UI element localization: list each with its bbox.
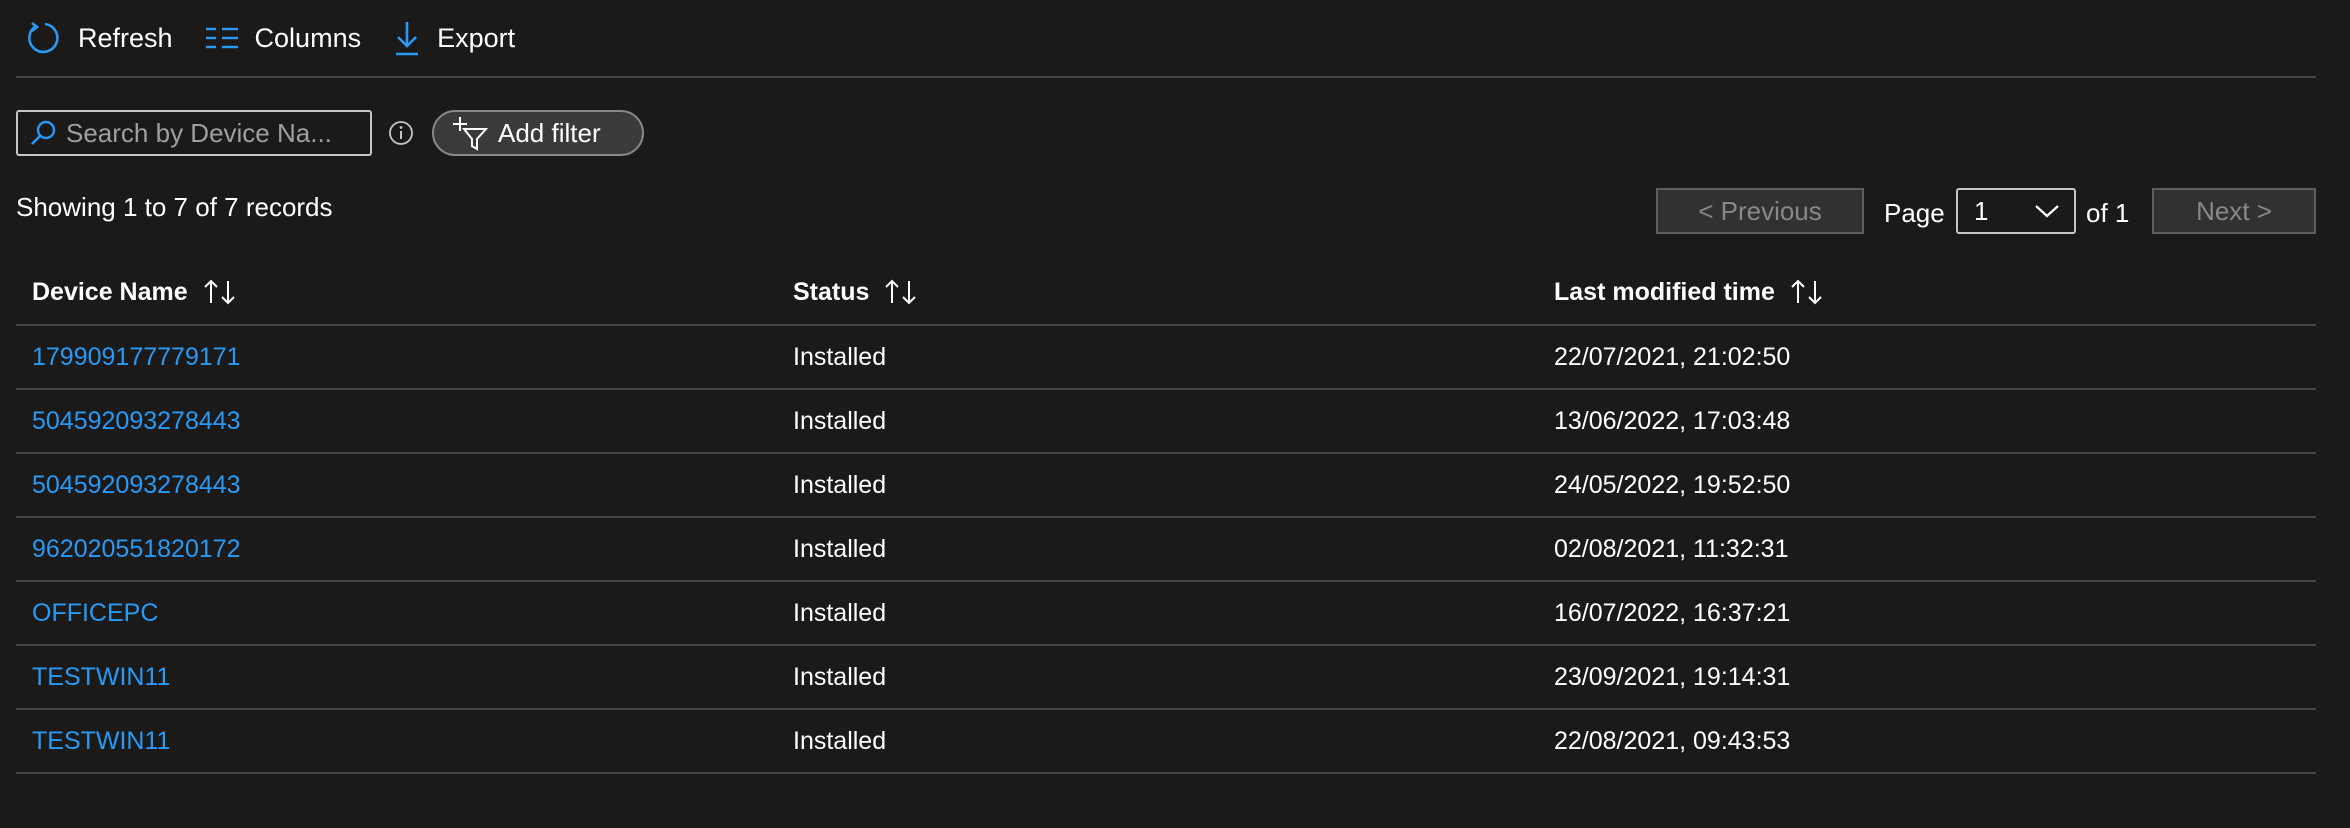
add-filter-label: Add filter [498,117,601,148]
info-icon[interactable] [388,120,414,146]
last-modified-cell: 24/05/2022, 19:52:50 [1554,470,1791,499]
chevron-down-icon [2035,205,2059,218]
page-select-value: 1 [1974,195,1989,226]
export-button[interactable]: Export [381,14,527,62]
search-icon [31,120,56,145]
device-name-link[interactable]: TESTWIN11 [16,663,777,692]
table-header: Device Name Status Last modified time [16,260,2316,326]
column-header-label: Device Name [32,277,188,306]
refresh-icon [28,21,59,54]
search-input[interactable] [66,117,356,149]
refresh-label: Refresh [78,22,173,53]
page-select[interactable]: 1 [1956,188,2076,234]
last-modified-cell: 02/08/2021, 11:32:31 [1554,534,1789,563]
export-icon [396,22,419,56]
previous-button[interactable]: < Previous [1656,188,1864,234]
device-name-link[interactable]: 179909177779171 [16,343,777,372]
refresh-button[interactable]: Refresh [16,14,185,62]
sort-icon [885,279,917,305]
columns-label: Columns [254,22,362,53]
status-cell: Installed [793,662,887,691]
table-row: 504592093278443 Installed 24/05/2022, 19… [16,454,2316,518]
last-modified-cell: 22/08/2021, 09:43:53 [1554,726,1791,755]
columns-icon [205,27,238,49]
device-name-link[interactable]: TESTWIN11 [16,727,777,756]
table-row: 179909177779171 Installed 22/07/2021, 21… [16,326,2316,390]
status-cell: Installed [793,470,887,499]
page-count-label: of 1 [2086,198,2130,228]
column-header-label: Status [793,277,870,306]
search-box[interactable] [16,110,372,156]
device-name-link[interactable]: 504592093278443 [16,471,777,500]
status-cell: Installed [793,534,887,563]
records-count: Showing 1 to 7 of 7 records [16,192,333,222]
column-header-status[interactable]: Status [777,278,1538,307]
table-row: TESTWIN11 Installed 23/09/2021, 19:14:31 [16,646,2316,710]
status-cell: Installed [793,598,887,627]
export-label: Export [437,22,516,53]
status-cell: Installed [793,406,887,435]
table-row: OFFICEPC Installed 16/07/2022, 16:37:21 [16,582,2316,646]
status-cell: Installed [793,342,887,371]
status-cell: Installed [793,726,887,755]
sort-icon [203,279,235,305]
table-row: TESTWIN11 Installed 22/08/2021, 09:43:53 [16,710,2316,774]
column-header-last-modified-time[interactable]: Last modified time [1538,278,2316,307]
table-row: 962020551820172 Installed 02/08/2021, 11… [16,518,2316,582]
devices-page: Refresh Columns Export Search by Device … [0,0,2350,828]
column-header-device-name[interactable]: Device Name [16,278,777,307]
column-header-label: Last modified time [1554,277,1775,306]
last-modified-cell: 13/06/2022, 17:03:48 [1554,406,1791,435]
page-label: Page [1884,198,1945,228]
table-row: 504592093278443 Installed 13/06/2022, 17… [16,390,2316,454]
last-modified-cell: 22/07/2021, 21:02:50 [1554,342,1791,371]
columns-button[interactable]: Columns [193,14,374,62]
device-name-link[interactable]: 504592093278443 [16,407,777,436]
last-modified-cell: 16/07/2022, 16:37:21 [1554,598,1791,627]
device-name-link[interactable]: OFFICEPC [16,599,777,628]
sort-icon [1791,279,1822,305]
add-filter-icon [453,117,489,151]
device-name-link[interactable]: 962020551820172 [16,535,777,564]
next-button[interactable]: Next > [2152,188,2316,234]
last-modified-cell: 23/09/2021, 19:14:31 [1554,662,1791,691]
command-bar: Refresh Columns Export [16,0,2316,78]
add-filter-button[interactable]: Add filter [432,110,644,156]
devices-table: Device Name Status Last modified time 17… [16,260,2316,774]
